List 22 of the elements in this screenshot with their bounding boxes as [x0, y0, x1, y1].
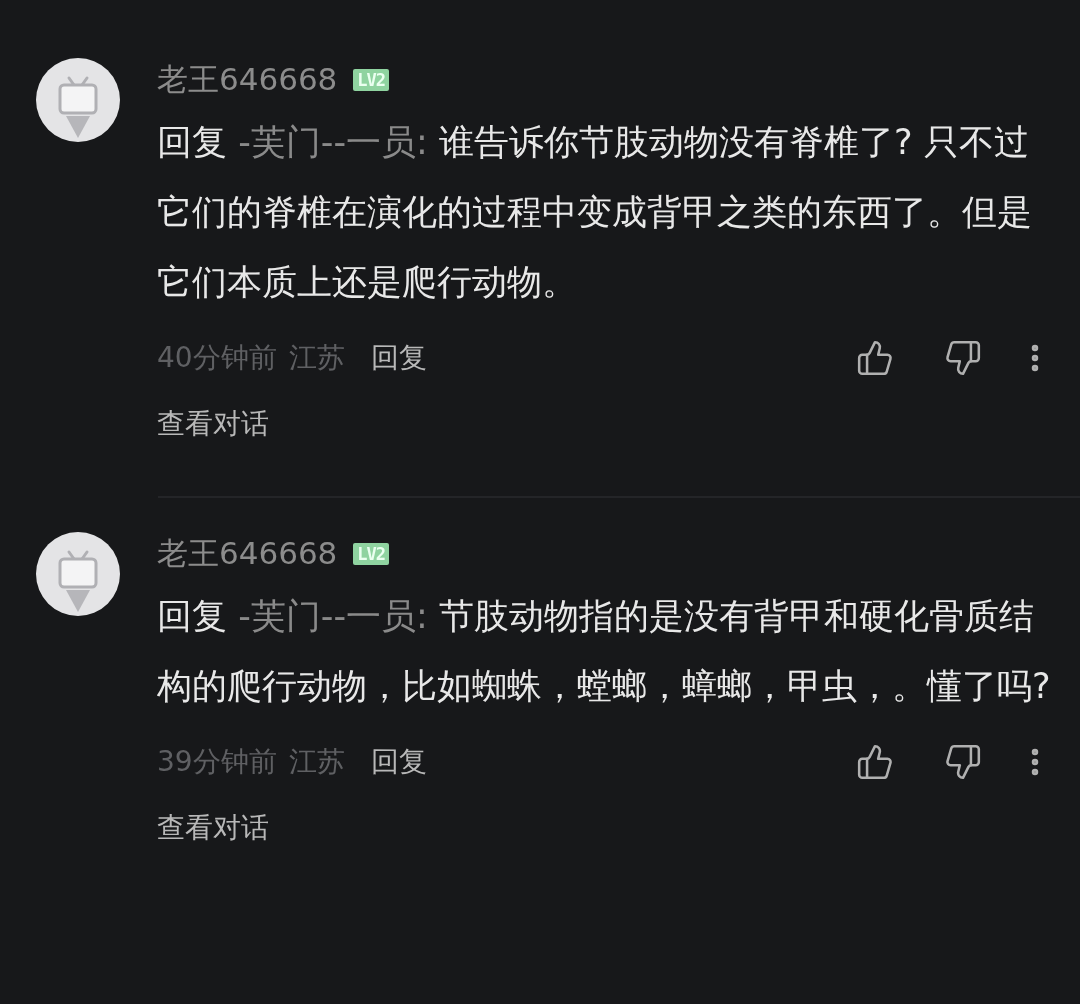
- comment-time: 40分钟前: [157, 340, 277, 376]
- comment-text: 回复 -芙门--一员: 节肢动物指的是没有背甲和硬化骨质结构的爬行动物，比如蜘蛛，螳螂，蟑螂，甲虫，。懂了吗?: [157, 595, 1052, 708]
- reply-button[interactable]: 回复: [370, 743, 427, 781]
- comment-location: 江苏: [288, 340, 345, 376]
- username[interactable]: 老王646668: [157, 533, 338, 575]
- like-icon[interactable]: [856, 339, 894, 377]
- dislike-icon[interactable]: [944, 743, 982, 781]
- comment-time: 39分钟前: [157, 744, 277, 780]
- like-icon[interactable]: [856, 743, 894, 781]
- dislike-icon[interactable]: [944, 339, 982, 377]
- reply-button[interactable]: 回复: [370, 339, 427, 377]
- avatar-icon: [36, 58, 120, 142]
- avatar-icon: [36, 532, 120, 616]
- comment-location: 江苏: [288, 744, 345, 780]
- comment-text: 回复 -芙门--一员: 谁告诉你节肢动物没有脊椎了? 只不过它们的脊椎在演化的过程中变成背甲之类的东西了。但是它们本质上还是爬行动物。: [157, 121, 1033, 304]
- mention-link[interactable]: -芙门--一员:: [238, 122, 428, 162]
- view-conversation-link[interactable]: 查看对话: [157, 405, 269, 443]
- level-badge: LV2: [353, 543, 390, 565]
- view-conversation-link[interactable]: 查看对话: [157, 809, 269, 847]
- mention-link[interactable]: -芙门--一员:: [238, 596, 428, 636]
- level-badge: LV2: [353, 69, 390, 91]
- username[interactable]: 老王646668: [157, 59, 338, 101]
